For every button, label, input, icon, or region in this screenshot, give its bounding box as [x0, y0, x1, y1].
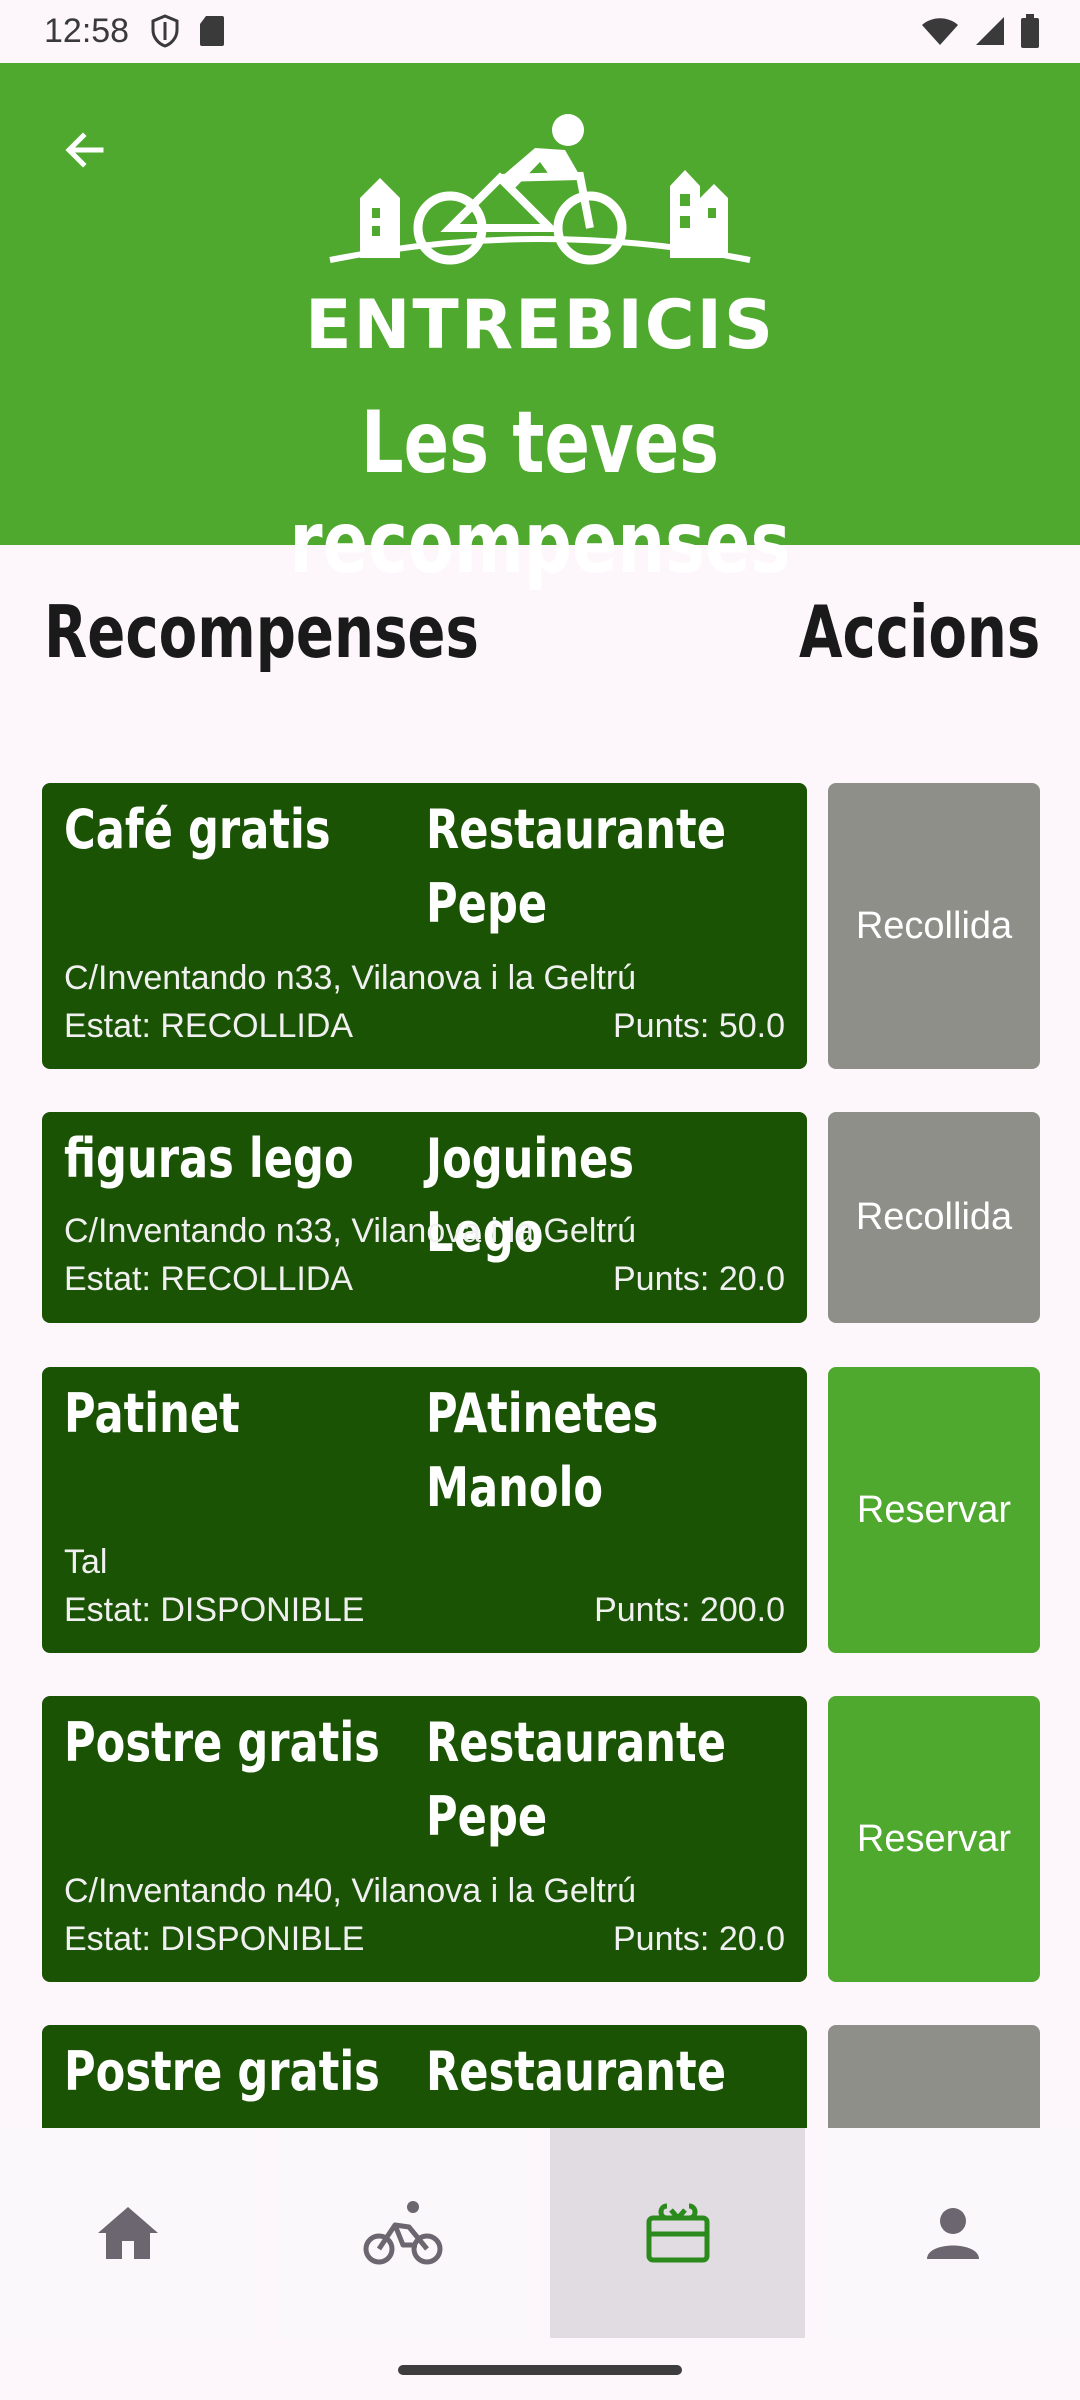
reward-points: Punts: 50.0	[612, 1007, 785, 1045]
wifi-icon	[922, 18, 958, 45]
arrow-back-icon	[65, 132, 104, 168]
status-bar: 12:58	[0, 0, 1080, 63]
reward-status: Estat: RECOLLIDA	[64, 1007, 354, 1045]
signal-icon	[976, 17, 1004, 45]
reward-row: Postre gratis Restaurante	[42, 2025, 1042, 2128]
collected-button[interactable]: Recollida	[828, 1112, 1040, 1323]
reward-name: Patinet	[64, 1382, 240, 1445]
rewards-column-header: Recompenses	[44, 590, 479, 674]
header: ENTREBICIS Les teves recompenses	[0, 63, 1080, 593]
reward-card: Patinet PAtinetes Manolo Tal Estat: DISP…	[42, 1367, 807, 1653]
home-indicator[interactable]	[398, 2365, 682, 2375]
logo-text: ENTREBICIS	[305, 286, 775, 365]
battery-icon	[1021, 14, 1039, 48]
page-title: Les teves recompenses	[289, 393, 791, 593]
reward-name: Postre gratis	[64, 2040, 380, 2103]
reward-address: C/Inventando n33, Vilanova i la Geltrú	[64, 1212, 637, 1250]
home-icon	[97, 2207, 158, 2259]
reward-shop: PAtinetes Manolo	[426, 1382, 659, 1519]
reward-row: Patinet PAtinetes Manolo Tal Estat: DISP…	[42, 1367, 1042, 1653]
nav-bike[interactable]	[275, 2128, 530, 2338]
reward-shop: Restaurante Pepe	[426, 798, 726, 935]
gift-icon	[646, 2203, 709, 2263]
reward-row: Café gratis Restaurante Pepe C/Inventand…	[42, 783, 1042, 1069]
reward-points: Punts: 20.0	[612, 1920, 785, 1958]
reward-address: Tal	[64, 1543, 108, 1581]
rewards-list[interactable]: Café gratis Restaurante Pepe C/Inventand…	[0, 783, 1080, 2128]
reward-row: Postre gratis Restaurante Pepe C/Inventa…	[42, 1696, 1042, 1982]
shield-icon	[151, 14, 179, 48]
nav-rewards[interactable]	[550, 2128, 805, 2338]
app-logo: ENTREBICIS	[300, 98, 780, 365]
actions-column-header: Accions	[798, 590, 1040, 674]
reward-card: figuras lego Joguines Lego C/Inventando …	[42, 1112, 807, 1323]
reward-status: Estat: RECOLLIDA	[64, 1260, 354, 1298]
status-time: 12:58	[44, 12, 130, 50]
reward-shop: Restaurante	[426, 2040, 726, 2103]
collected-button[interactable]: Recollida	[828, 783, 1040, 1069]
reward-points: Punts: 20.0	[612, 1260, 785, 1298]
sd-card-icon	[200, 16, 224, 46]
reward-card: Café gratis Restaurante Pepe C/Inventand…	[42, 783, 807, 1069]
reward-address: C/Inventando n40, Vilanova i la Geltrú	[64, 1872, 637, 1910]
reward-status: Estat: DISPONIBLE	[64, 1920, 365, 1958]
nav-home[interactable]	[0, 2128, 255, 2338]
bike-icon	[363, 2201, 442, 2265]
person-icon	[926, 2208, 979, 2259]
collected-button[interactable]	[828, 2025, 1040, 2128]
reward-points: Punts: 200.0	[594, 1591, 785, 1629]
cyclist-logo-icon	[329, 114, 751, 265]
reward-name: figuras lego	[64, 1127, 354, 1190]
bottom-navigation	[0, 2128, 1080, 2338]
reward-card: Postre gratis Restaurante Pepe C/Inventa…	[42, 1696, 807, 1982]
back-button[interactable]	[50, 115, 120, 185]
reserve-button[interactable]: Reservar	[828, 1696, 1040, 1982]
reward-name: Café gratis	[64, 798, 331, 861]
reward-address: C/Inventando n33, Vilanova i la Geltrú	[64, 959, 637, 997]
reward-card: Postre gratis Restaurante	[42, 2025, 807, 2128]
reserve-button[interactable]: Reservar	[828, 1367, 1040, 1653]
nav-profile[interactable]	[825, 2128, 1080, 2338]
reward-status: Estat: DISPONIBLE	[64, 1591, 365, 1629]
reward-shop: Restaurante Pepe	[426, 1711, 726, 1848]
reward-name: Postre gratis	[64, 1711, 380, 1774]
reward-row: figuras lego Joguines Lego C/Inventando …	[42, 1112, 1042, 1323]
